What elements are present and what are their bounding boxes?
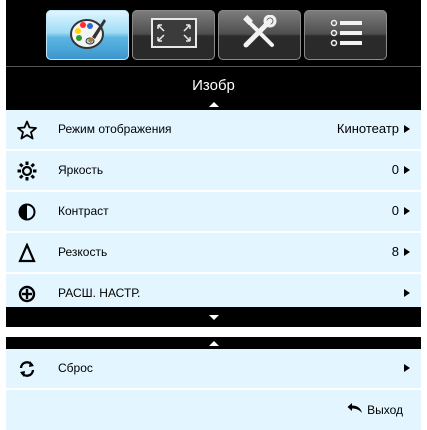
settings-list: Режим отображения Кинотеатр Яркость 0 Ко… [6,110,421,315]
menu-item-display-mode[interactable]: Режим отображения Кинотеатр [6,110,421,150]
menu-item-value: 8 [391,244,399,259]
scroll-up-icon[interactable] [208,341,219,346]
menu-item-value: Кинотеатр [336,121,399,136]
list-icon [328,16,364,55]
menu-item-brightness[interactable]: Яркость 0 [6,151,421,191]
screen-frame-icon [149,16,199,55]
chevron-right-icon[interactable] [404,289,410,297]
chevron-right-icon[interactable] [404,166,410,174]
menu-item-value: 0 [391,162,399,177]
menu-item-value: 0 [391,203,399,218]
advanced-settings-icon [16,283,38,305]
reset-icon [16,358,38,380]
reset-section: Сброс Выход [6,349,421,430]
menu-item-reset[interactable]: Сброс [6,349,421,389]
exit-button[interactable]: Выход [347,402,403,417]
contrast-icon [16,201,38,223]
scroll-strip [6,307,421,327]
scroll-down-icon[interactable] [208,315,219,320]
brightness-icon [16,160,38,182]
star-icon [16,119,38,141]
palette-icon [68,15,108,56]
tools-icon [240,14,280,56]
chevron-right-icon[interactable] [404,207,410,215]
menu-item-label: РАСШ. НАСТР. [58,286,141,300]
chevron-right-icon[interactable] [404,364,410,372]
tab-picture[interactable] [46,10,129,60]
tab-options[interactable] [304,10,387,60]
menu-item-label: Яркость [58,163,104,177]
section-strip [6,337,421,349]
menu-item-contrast[interactable]: Контраст 0 [6,192,421,232]
menu-item-sharpness[interactable]: Резкость 8 [6,233,421,273]
menu-title-bar: Изобр [6,66,421,110]
chevron-right-icon[interactable] [404,248,410,256]
scroll-up-icon[interactable] [208,102,219,107]
tab-display[interactable] [132,10,215,60]
menu-item-label: Сброс [58,361,93,375]
return-arrow-icon [347,402,363,417]
menu-item-label: Режим отображения [58,122,172,136]
tab-setup[interactable] [218,10,301,60]
sharpness-icon [16,242,38,264]
menu-item-label: Контраст [58,204,109,218]
page-title: Изобр [192,77,235,94]
chevron-right-icon[interactable] [404,125,410,133]
menu-tab-bar [6,0,421,66]
exit-label: Выход [367,402,403,417]
exit-row: Выход [6,390,421,430]
menu-item-label: Резкость [58,245,108,259]
